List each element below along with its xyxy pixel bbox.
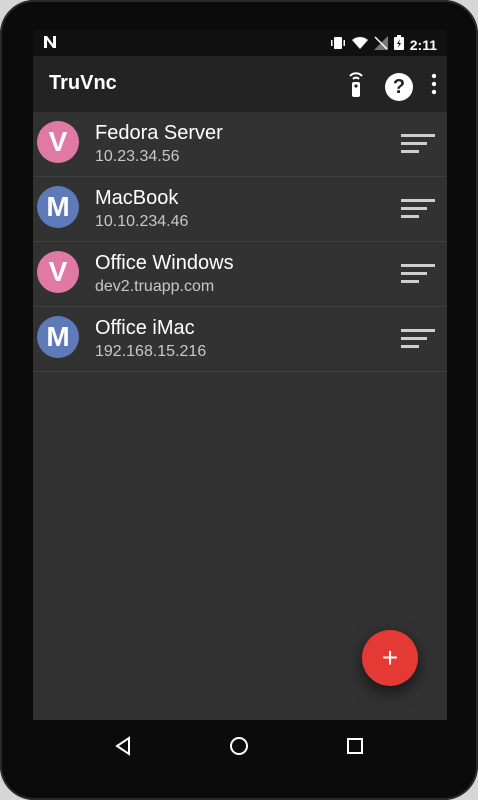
connection-name: Fedora Server [95,122,223,144]
connection-address: 192.168.15.216 [95,343,207,360]
sort-menu-icon[interactable] [401,197,435,226]
connection-name: MacBook [95,187,179,209]
sort-menu-icon[interactable] [401,132,435,161]
list-item[interactable]: M MacBook 10.10.234.46 [33,177,447,242]
remote-icon[interactable] [345,70,367,103]
recents-button[interactable] [339,730,371,762]
list-item[interactable]: M Office iMac 192.168.15.216 [33,307,447,372]
app-bar: TruVnc ? [33,56,447,112]
help-icon[interactable]: ? [385,72,413,101]
status-left [43,35,57,54]
signal-off-icon [373,35,388,55]
connection-name: Office Windows [95,252,234,274]
help-icon-glyph: ? [392,75,406,98]
connection-address: 10.10.234.46 [95,213,189,230]
status-right: 2:11 [330,35,437,55]
connection-list: V Fedora Server 10.23.34.56 M MacBook 10… [33,112,447,372]
device-frame: 2:11 TruVnc ? V Fedora Server 10.23.34.5… [0,0,478,800]
plus-icon: + [381,642,399,673]
recents-icon [345,736,365,756]
n-badge-icon [43,36,57,53]
sort-menu-icon[interactable] [401,327,435,356]
app-actions: ? [345,70,437,103]
vibrate-icon [330,36,346,55]
connection-address: 10.23.34.56 [95,148,180,165]
wifi-icon [351,36,368,55]
home-icon [228,735,250,757]
avatar: M [37,316,79,358]
sort-menu-icon[interactable] [401,262,435,291]
avatar: M [37,186,79,228]
status-time: 2:11 [409,37,437,53]
back-button[interactable] [107,730,139,762]
connection-name: Office iMac [95,317,195,339]
list-item[interactable]: V Fedora Server 10.23.34.56 [33,112,447,177]
add-connection-button[interactable]: + [362,630,418,686]
app-title: TruVnc [49,72,117,94]
battery-charging-icon [393,35,404,55]
screen: 2:11 TruVnc ? V Fedora Server 10.23.34.5… [33,30,447,720]
system-nav-bar [0,720,478,770]
avatar: V [37,121,79,163]
home-button[interactable] [223,730,255,762]
avatar: V [37,251,79,293]
status-bar: 2:11 [33,30,447,56]
connection-address: dev2.truapp.com [95,278,215,295]
list-item[interactable]: V Office Windows dev2.truapp.com [33,242,447,307]
overflow-menu-icon[interactable] [431,73,437,100]
back-icon [113,736,133,756]
